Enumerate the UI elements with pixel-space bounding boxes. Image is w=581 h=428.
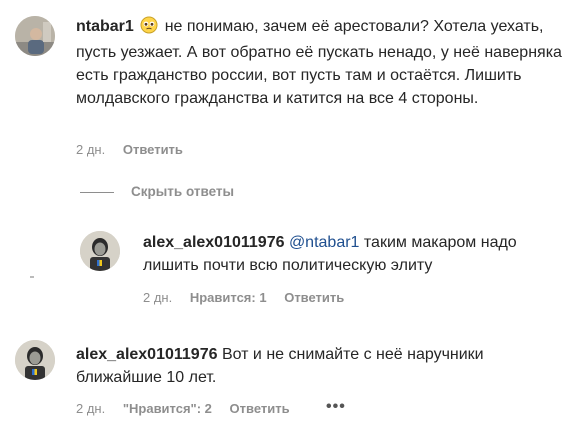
reply-button[interactable]: Ответить [230,401,290,416]
reply-button[interactable]: Ответить [284,290,344,305]
avatar[interactable] [15,16,55,56]
avatar[interactable] [15,340,55,380]
more-options-icon[interactable]: ••• [326,398,346,416]
comment-text: ntabar1 не понимаю, зачем её арестовали?… [76,15,566,110]
avatar-image-icon [80,231,120,271]
timestamp: 2 дн. [76,401,106,416]
avatar[interactable] [80,231,120,271]
comment-meta: 2 дн. Ответить [76,142,197,157]
reply-button[interactable]: Ответить [123,142,183,157]
mention-link[interactable]: @ntabar1 [289,234,360,251]
timestamp: 2 дн. [143,290,173,305]
comment-meta: 2 дн. "Нравится": 2 Ответить [76,401,304,416]
avatar-image-icon [15,16,55,56]
username[interactable]: ntabar1 [76,18,134,35]
username[interactable]: alex_alex01011976 [143,234,284,251]
hide-replies-button[interactable]: Скрыть ответы [131,184,234,199]
comment-text: alex_alex01011976 Вот и не снимайте с не… [76,343,536,389]
reply-text: alex_alex01011976 @ntabar1 таким макаром… [143,231,563,277]
pleading-face-emoji-icon [140,16,158,41]
username[interactable]: alex_alex01011976 [76,346,217,363]
likes-count[interactable]: Нравится: 1 [190,290,267,305]
likes-count[interactable]: "Нравится": 2 [123,401,212,416]
timestamp: 2 дн. [76,142,106,157]
avatar-image-icon [15,340,55,380]
reply-meta: 2 дн. Нравится: 1 Ответить [143,290,358,305]
divider-mark [30,276,34,278]
divider-line [80,192,114,193]
